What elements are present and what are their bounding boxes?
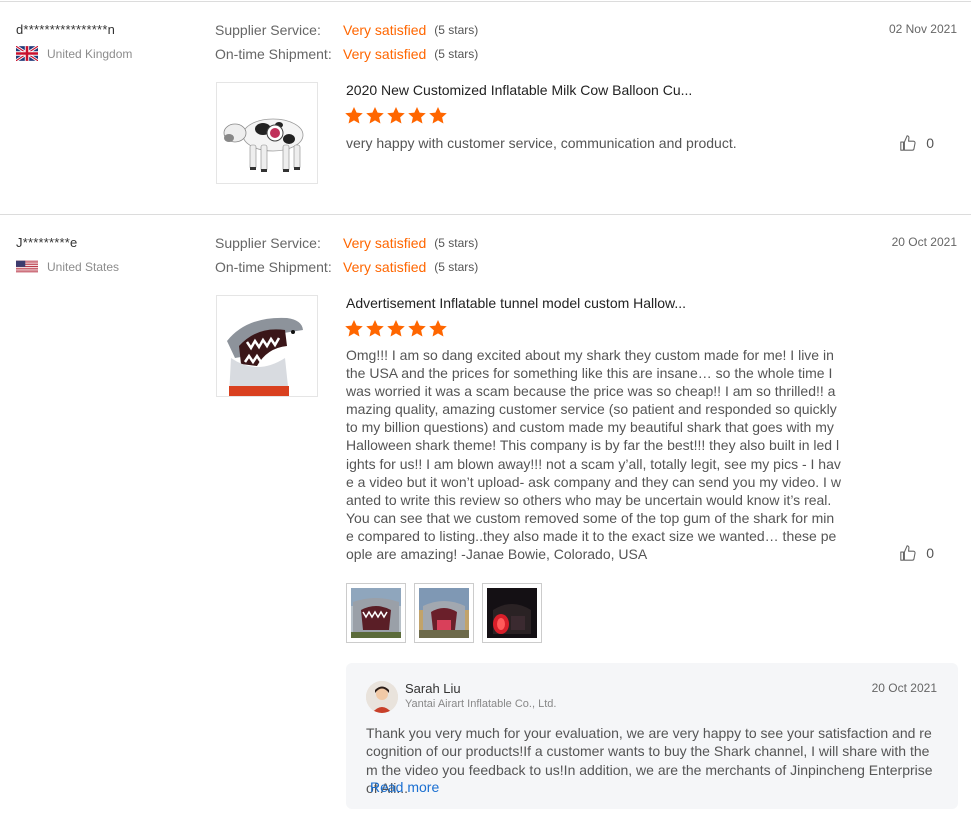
star-icon — [429, 107, 447, 124]
star-icon — [408, 107, 426, 124]
like-count: 0 — [926, 545, 934, 561]
seller-avatar-image — [366, 681, 398, 713]
reviewer-name: d****************n — [16, 22, 116, 37]
shark-photo-3 — [487, 588, 537, 638]
star-icon — [345, 320, 363, 337]
star-icon — [345, 107, 363, 124]
star-icon — [366, 107, 384, 124]
reply-text: Thank you very much for your evaluation,… — [366, 725, 933, 796]
shipment-rating: On-time Shipment: Very satisfied (5 star… — [215, 46, 478, 62]
star-icon — [408, 320, 426, 337]
country-label: United Kingdom — [47, 46, 133, 61]
us-flag-icon — [16, 260, 38, 273]
shark-photo-2 — [419, 588, 469, 638]
supplier-service-rating: Supplier Service: Very satisfied (5 star… — [215, 22, 478, 38]
shipment-label: On-time Shipment: — [215, 46, 332, 62]
reviewer-country: United Kingdom — [16, 46, 132, 61]
product-title[interactable]: 2020 New Customized Inflatable Milk Cow … — [346, 82, 692, 98]
seller-company: Yantai Airart Inflatable Co., Ltd. — [405, 698, 557, 710]
shipment-value: Very satisfied — [343, 46, 427, 62]
product-thumbnail[interactable] — [216, 295, 318, 397]
review-comment: Omg!!! I am so dang excited about my sha… — [346, 347, 841, 563]
like-button[interactable]: 0 — [899, 134, 934, 152]
product-title[interactable]: Advertisement Inflatable tunnel model cu… — [346, 295, 686, 311]
review-item: J*********e United States Supplier Servi… — [16, 214, 958, 820]
seller-name: Sarah Liu — [405, 681, 461, 696]
review-comment: very happy with customer service, commun… — [346, 135, 737, 151]
seller-reply: Sarah Liu Yantai Airart Inflatable Co., … — [346, 663, 958, 809]
supplier-service-stars: (5 stars) — [434, 236, 479, 250]
shipment-label: On-time Shipment: — [215, 259, 332, 275]
review-date: 20 Oct 2021 — [891, 235, 957, 249]
product-rating-stars — [345, 320, 447, 337]
review-date: 02 Nov 2021 — [888, 22, 957, 36]
supplier-service-label: Supplier Service: — [215, 22, 321, 38]
star-icon — [387, 320, 405, 337]
star-icon — [387, 107, 405, 124]
like-count: 0 — [926, 135, 934, 151]
supplier-service-value: Very satisfied — [343, 235, 427, 251]
shipment-value: Very satisfied — [343, 259, 427, 275]
shipment-rating: On-time Shipment: Very satisfied (5 star… — [215, 259, 478, 275]
shark-tunnel-image — [217, 296, 317, 396]
review-photo[interactable] — [346, 583, 406, 643]
product-rating-stars — [345, 107, 447, 124]
thumbs-up-icon — [900, 135, 916, 151]
avatar — [366, 681, 398, 713]
supplier-service-rating: Supplier Service: Very satisfied (5 star… — [215, 235, 478, 251]
shipment-stars: (5 stars) — [434, 47, 479, 61]
supplier-service-label: Supplier Service: — [215, 235, 321, 251]
review-photo[interactable] — [482, 583, 542, 643]
review-photos — [346, 583, 542, 643]
shark-photo-1 — [351, 588, 401, 638]
supplier-service-value: Very satisfied — [343, 22, 427, 38]
thumbs-up-icon — [900, 545, 916, 561]
review-item: d****************n United Kingdom Suppli… — [16, 0, 958, 214]
reviewer-country: United States — [16, 259, 119, 274]
product-thumbnail[interactable] — [216, 82, 318, 184]
supplier-service-stars: (5 stars) — [434, 23, 479, 37]
review-photo[interactable] — [414, 583, 474, 643]
like-button[interactable]: 0 — [899, 544, 934, 562]
star-icon — [366, 320, 384, 337]
uk-flag-icon — [16, 46, 38, 61]
reviewer-name: J*********e — [16, 235, 78, 250]
shipment-stars: (5 stars) — [434, 260, 479, 274]
read-more-link[interactable]: Read more — [370, 779, 439, 795]
country-label: United States — [47, 259, 120, 274]
reply-date: 20 Oct 2021 — [871, 681, 937, 695]
star-icon — [429, 320, 447, 337]
cow-balloon-image — [217, 83, 317, 183]
